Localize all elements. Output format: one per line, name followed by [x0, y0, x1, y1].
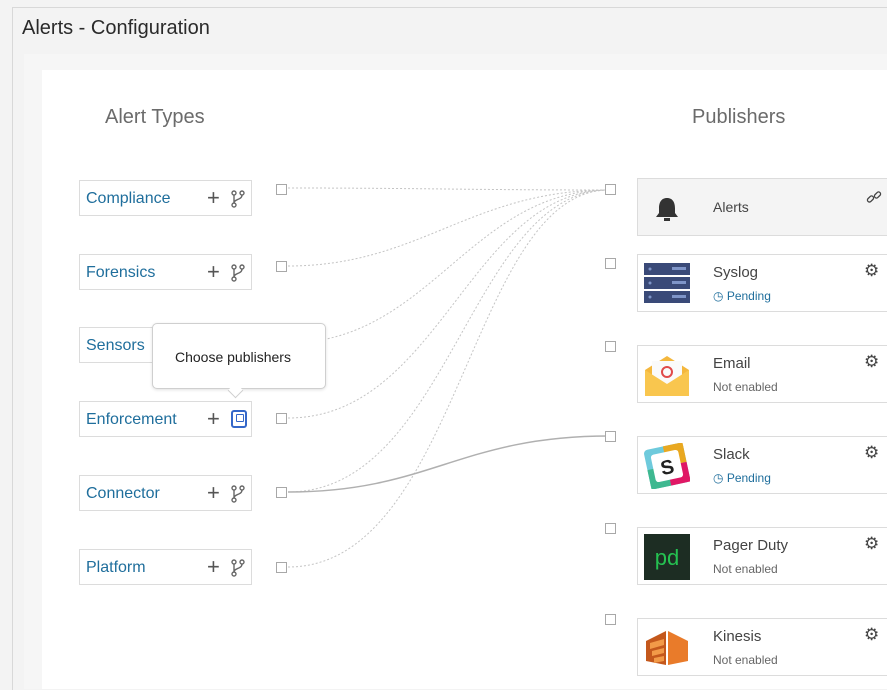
- link-enforcement-alerts: [287, 189, 610, 419]
- publisher-pager-duty[interactable]: pd Pager Duty Not enabled ⚙: [637, 527, 887, 585]
- gear-icon[interactable]: ⚙: [864, 534, 879, 554]
- publisher-name: Syslog: [713, 264, 759, 281]
- alert-connector-checkbox[interactable]: [276, 487, 287, 498]
- publisher-connector-checkbox[interactable]: [605, 614, 616, 625]
- clock-icon: ◷: [713, 471, 724, 485]
- publisher-slack[interactable]: S Slack ◷ Pending ⚙: [637, 436, 887, 494]
- link-sensors-alerts: [287, 189, 610, 344]
- choose-publishers-tooltip: Choose publishers: [152, 323, 326, 399]
- link-connector-alerts: [287, 189, 610, 493]
- slack-icon: S: [644, 443, 690, 489]
- publisher-connector-checkbox[interactable]: [605, 341, 616, 352]
- publisher-connector-checkbox[interactable]: [605, 431, 616, 442]
- bell-icon: [656, 198, 678, 221]
- alert-connector-checkbox[interactable]: [276, 261, 287, 272]
- alert-type-label: Connector: [86, 485, 160, 502]
- publisher-syslog[interactable]: Syslog ◷ Pending ⚙: [637, 254, 887, 312]
- alert-type-compliance[interactable]: Compliance +: [79, 180, 252, 216]
- alert-type-enforcement[interactable]: Enforcement +: [79, 401, 252, 437]
- choose-publishers-icon[interactable]: [230, 485, 246, 503]
- add-icon[interactable]: +: [207, 555, 220, 579]
- choose-publishers-icon[interactable]: [230, 559, 246, 577]
- publisher-status: Not enabled: [713, 653, 778, 667]
- publisher-email[interactable]: Email Not enabled ⚙: [637, 345, 887, 403]
- alert-connector-checkbox[interactable]: [276, 184, 287, 195]
- publisher-connector-checkbox[interactable]: [605, 523, 616, 534]
- gear-icon[interactable]: ⚙: [864, 352, 879, 372]
- publisher-status: ◷ Pending: [713, 289, 771, 303]
- link-compliance-alerts: [287, 187, 610, 191]
- publisher-name: Pager Duty: [713, 537, 789, 554]
- publisher-connector-checkbox[interactable]: [605, 258, 616, 269]
- pagerduty-icon: pd: [644, 534, 690, 580]
- alert-type-label: Enforcement: [86, 411, 177, 428]
- publisher-name: Slack: [713, 446, 750, 463]
- publisher-status: ◷ Pending: [713, 471, 771, 485]
- alert-types-heading: Alert Types: [105, 106, 205, 128]
- publisher-status: Not enabled: [713, 562, 778, 576]
- alert-type-connector[interactable]: Connector +: [79, 475, 252, 511]
- link-platform-alerts: [287, 189, 610, 568]
- publisher-kinesis[interactable]: Kinesis Not enabled ⚙: [637, 618, 887, 676]
- choose-publishers-icon[interactable]: [230, 190, 246, 208]
- gear-icon[interactable]: ⚙: [864, 443, 879, 463]
- add-icon[interactable]: +: [207, 260, 220, 284]
- kinesis-icon: [646, 631, 688, 665]
- email-icon: [645, 356, 689, 396]
- publisher-status: Not enabled: [713, 380, 778, 394]
- add-icon[interactable]: +: [207, 481, 220, 505]
- gear-icon[interactable]: ⚙: [864, 261, 879, 281]
- alert-connector-checkbox[interactable]: [276, 562, 287, 573]
- publisher-connector-checkbox[interactable]: [605, 184, 616, 195]
- link-connector-slack: [287, 435, 610, 493]
- link-forensics-alerts: [287, 189, 610, 267]
- choose-publishers-icon-active[interactable]: [231, 410, 247, 428]
- clock-icon: ◷: [713, 289, 724, 303]
- alert-type-platform[interactable]: Platform +: [79, 549, 252, 585]
- add-icon[interactable]: +: [207, 407, 220, 431]
- alert-type-forensics[interactable]: Forensics +: [79, 254, 252, 290]
- alert-type-label: Platform: [86, 559, 146, 576]
- publisher-alerts[interactable]: Alerts: [637, 178, 887, 236]
- add-icon[interactable]: +: [207, 186, 220, 210]
- publisher-name: Email: [713, 355, 751, 372]
- choose-publishers-icon[interactable]: [230, 264, 246, 282]
- svg-text:pd: pd: [655, 545, 679, 570]
- link-icon[interactable]: [866, 189, 882, 205]
- alert-type-label: Forensics: [86, 264, 156, 281]
- alert-connector-checkbox[interactable]: [276, 413, 287, 424]
- gear-icon[interactable]: ⚙: [864, 625, 879, 645]
- alert-type-label: Compliance: [86, 190, 171, 207]
- server-icon: [644, 263, 690, 303]
- publisher-name: Kinesis: [713, 628, 762, 645]
- alert-type-label: Sensors: [86, 337, 145, 354]
- tooltip-text: Choose publishers: [175, 349, 291, 365]
- publisher-name: Alerts: [713, 199, 749, 215]
- publishers-heading: Publishers: [692, 106, 786, 128]
